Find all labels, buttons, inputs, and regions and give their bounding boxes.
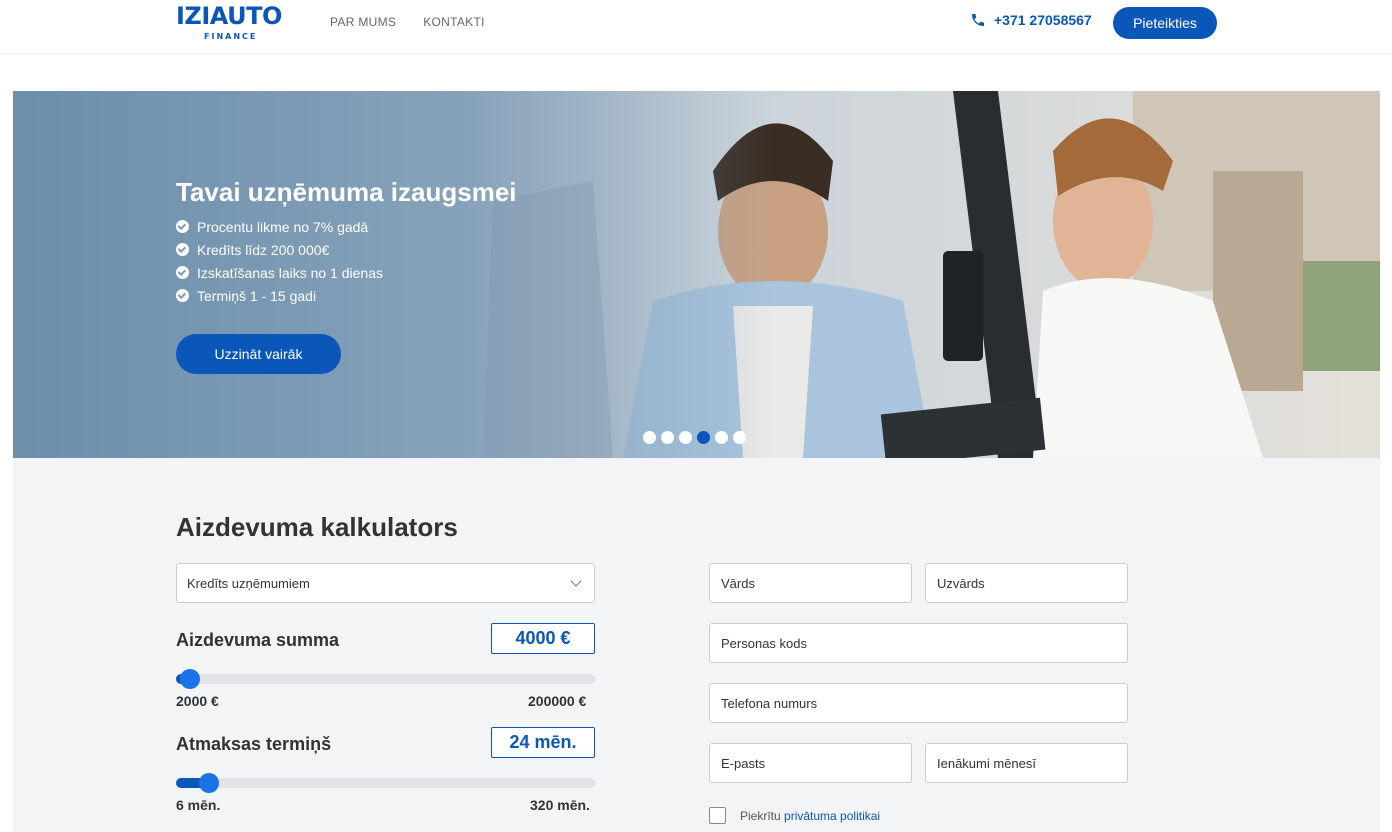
calculator-title: Aizdevuma kalkulators — [176, 512, 458, 542]
first-name-placeholder: Vārds — [721, 575, 755, 591]
privacy-policy-link[interactable]: privātuma politikai — [784, 809, 880, 823]
carousel-dot[interactable] — [643, 431, 656, 444]
income-field[interactable]: Ienākumi mēnesī — [925, 743, 1128, 783]
hero-benefit-text: Izskatīšanas laiks no 1 dienas — [197, 264, 383, 281]
hero-benefit-item: Procentu likme no 7% gadā — [176, 215, 383, 238]
loan-term-min: 6 mēn. — [176, 797, 221, 813]
loan-term-max: 320 mēn. — [530, 797, 590, 813]
email-placeholder: E-pasts — [721, 755, 766, 771]
hero-benefit-text: Kredīts līdz 200 000€ — [197, 241, 330, 258]
hero-overlay — [13, 91, 773, 458]
loan-type-value: Kredīts uzņēmumiem — [187, 575, 310, 591]
carousel-dot[interactable] — [661, 431, 674, 444]
loan-amount-label: Aizdevuma summa — [176, 630, 340, 650]
privacy-consent-checkbox[interactable] — [709, 807, 726, 824]
personal-code-placeholder: Personas kods — [721, 635, 807, 651]
logo-sub-text: FINANCE — [204, 32, 258, 41]
check-circle-icon — [176, 289, 189, 302]
privacy-consent-label: Piekrītu privātuma politikai — [740, 809, 880, 823]
carousel-dots — [643, 431, 746, 444]
loan-amount-value[interactable]: 4000 € — [491, 623, 595, 654]
check-circle-icon — [176, 220, 189, 233]
phone-field[interactable]: Telefona numurs — [709, 683, 1128, 723]
main-nav: PAR MUMS KONTAKTI — [330, 14, 485, 30]
phone-link[interactable]: +371 27058567 — [970, 12, 1092, 28]
learn-more-button[interactable]: Uzzināt vairāk — [176, 334, 341, 374]
loan-term-value[interactable]: 24 mēn. — [491, 727, 595, 758]
loan-term-slider-thumb[interactable] — [198, 773, 219, 793]
privacy-consent-prefix: Piekrītu — [740, 808, 781, 823]
last-name-placeholder: Uzvārds — [937, 575, 985, 591]
phone-placeholder: Telefona numurs — [721, 695, 818, 711]
nav-link-contacts[interactable]: KONTAKTI — [423, 14, 485, 30]
hero-banner: Tavai uzņēmuma izaugsmei Procentu likme … — [13, 91, 1380, 458]
hero-benefits-list: Procentu likme no 7% gadā Kredīts līdz 2… — [176, 215, 383, 307]
phone-icon — [972, 14, 984, 26]
hero-benefit-item: Kredīts līdz 200 000€ — [176, 238, 383, 261]
nav-link-about[interactable]: PAR MUMS — [330, 14, 396, 30]
hero-benefit-text: Termiņš 1 - 15 gadi — [197, 287, 317, 304]
loan-amount-slider[interactable] — [176, 669, 595, 689]
phone-number: +371 27058567 — [994, 12, 1092, 28]
loan-amount-max: 200000 € — [528, 693, 587, 709]
personal-code-field[interactable]: Personas kods — [709, 623, 1128, 663]
loan-type-select[interactable]: Kredīts uzņēmumiem — [176, 563, 595, 603]
logo-main-text: IZIAUTO — [176, 2, 282, 30]
loan-term-slider[interactable] — [176, 773, 595, 793]
hero-benefit-item: Izskatīšanas laiks no 1 dienas — [176, 261, 383, 284]
email-field[interactable]: E-pasts — [709, 743, 912, 783]
last-name-field[interactable]: Uzvārds — [925, 563, 1128, 603]
income-placeholder: Ienākumi mēnesī — [937, 755, 1036, 771]
chevron-down-icon — [570, 575, 582, 587]
hero-title: Tavai uzņēmuma izaugsmei — [176, 177, 517, 207]
check-circle-icon — [176, 243, 189, 256]
hero-benefit-text: Procentu likme no 7% gadā — [197, 218, 369, 235]
site-header: IZIAUTO FINANCE PAR MUMS KONTAKTI +371 2… — [0, 0, 1392, 54]
loan-term-label: Atmaksas termiņš — [176, 734, 332, 754]
apply-button[interactable]: Pieteikties — [1113, 7, 1217, 39]
carousel-dot[interactable] — [679, 431, 692, 444]
logo[interactable]: IZIAUTO FINANCE — [176, 2, 282, 42]
loan-amount-min: 2000 € — [176, 693, 219, 709]
check-circle-icon — [176, 266, 189, 279]
hero-benefit-item: Termiņš 1 - 15 gadi — [176, 284, 383, 307]
carousel-dot[interactable] — [715, 431, 728, 444]
loan-amount-slider-thumb[interactable] — [179, 669, 200, 689]
carousel-dot[interactable] — [733, 431, 746, 444]
first-name-field[interactable]: Vārds — [709, 563, 912, 603]
privacy-consent: Piekrītu privātuma politikai — [709, 807, 880, 824]
carousel-dot-active[interactable] — [697, 431, 710, 444]
